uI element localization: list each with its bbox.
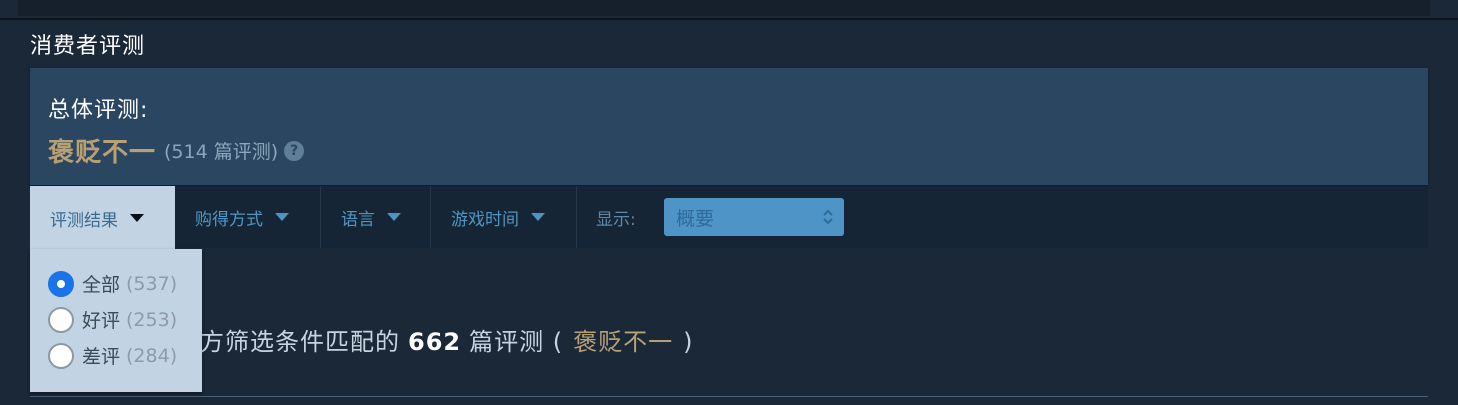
results-suffix: 篇评测 (: [469, 328, 564, 356]
select-arrows-icon: [823, 209, 833, 225]
results-prefix: 方筛选条件匹配的: [200, 328, 400, 356]
reviews-page: 消费者评测 总体评测: 褒贬不一 (514 篇评测) ? 评测结果 购得方式 语…: [0, 0, 1458, 405]
filter-tab-label: 游戏时间: [451, 209, 519, 230]
help-icon[interactable]: ?: [284, 140, 305, 161]
display-select-value: 概要: [676, 207, 715, 230]
filter-tab-purchase-type[interactable]: 购得方式: [175, 186, 321, 248]
overall-reviews-label: 总体评测:: [48, 98, 149, 123]
overall-review-count: (514 篇评测): [164, 141, 279, 163]
radio-button[interactable]: [48, 306, 74, 333]
filter-tab-label: 评测结果: [50, 210, 118, 231]
overall-reviews-line: 褒贬不一 (514 篇评测) ?: [48, 132, 305, 169]
review-type-option-positive[interactable]: 好评 (253): [48, 306, 177, 333]
results-rating: 褒贬不一: [573, 328, 674, 356]
section-divider: [0, 18, 1458, 20]
section-title: 消费者评测: [30, 34, 146, 59]
review-type-dropdown: 全部 (537) 好评 (253) 差评 (284): [30, 249, 202, 392]
filtered-results-summary: 方筛选条件匹配的 662 篇评测 ( 褒贬不一 ): [200, 322, 693, 357]
option-count: (537): [126, 272, 178, 295]
option-label: 好评: [82, 310, 121, 332]
filter-tab-label: 语言: [341, 209, 375, 230]
caret-down-icon: [531, 213, 545, 221]
display-select[interactable]: 概要: [664, 198, 844, 236]
filter-tab-label: 购得方式: [195, 209, 263, 230]
overall-reviews-panel: 总体评测: 褒贬不一 (514 篇评测) ?: [30, 68, 1428, 185]
results-close: ): [683, 328, 694, 356]
overall-rating[interactable]: 褒贬不一: [48, 132, 156, 169]
radio-button[interactable]: [48, 342, 74, 369]
filter-tab-language[interactable]: 语言: [321, 186, 430, 248]
option-label: 全部: [82, 274, 121, 296]
top-strip: [18, 0, 1430, 16]
review-filter-bar: 评测结果 购得方式 语言 游戏时间 显示: 概要: [30, 186, 1428, 250]
radio-button[interactable]: [48, 270, 74, 297]
caret-down-icon: [130, 214, 144, 222]
review-type-option-negative[interactable]: 差评 (284): [48, 342, 177, 369]
option-count: (284): [126, 344, 178, 367]
display-label: 显示:: [596, 209, 636, 230]
option-count: (253): [126, 308, 178, 331]
caret-down-icon: [387, 213, 401, 221]
caret-down-icon: [275, 213, 289, 221]
results-divider: [30, 396, 1428, 397]
results-count: 662: [408, 328, 462, 356]
filter-tab-review-type[interactable]: 评测结果: [30, 186, 175, 250]
review-type-option-all[interactable]: 全部 (537): [48, 270, 177, 297]
filter-separator: [576, 186, 577, 248]
option-label: 差评: [82, 346, 121, 368]
filter-tab-playtime[interactable]: 游戏时间: [431, 186, 576, 248]
